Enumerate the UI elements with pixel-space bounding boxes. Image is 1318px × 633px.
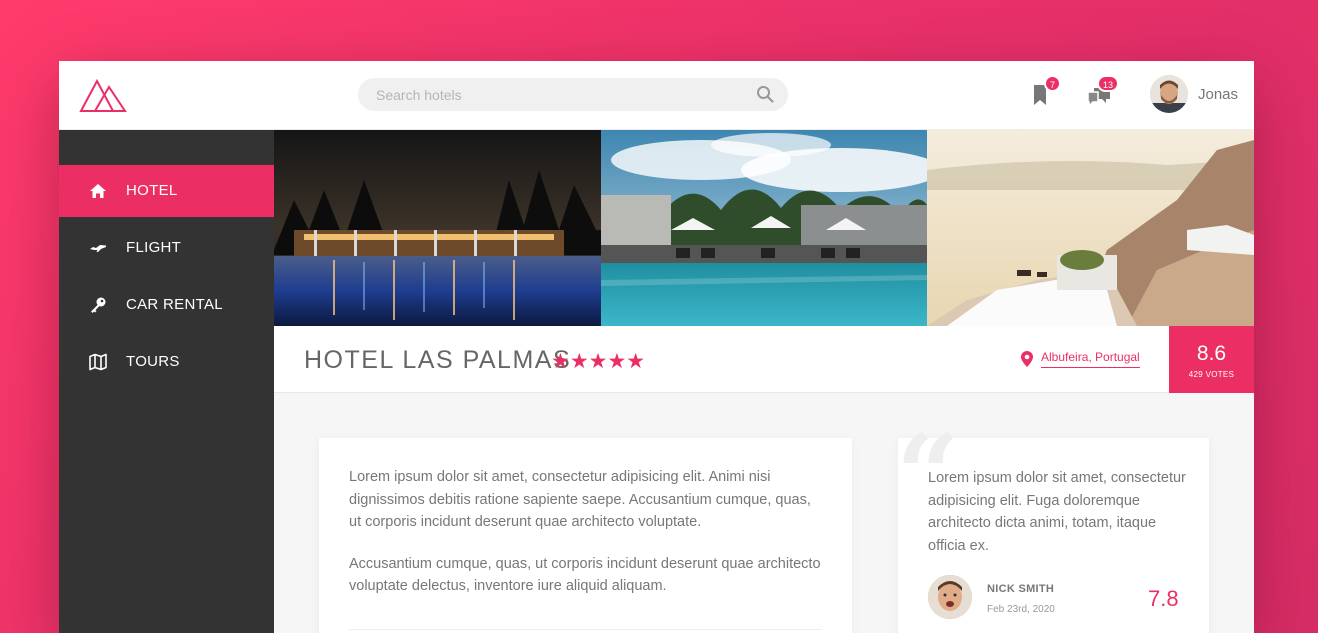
- search-bar: [358, 78, 788, 111]
- hotel-name: HOTEL LAS PALMAS: [304, 346, 572, 374]
- rating-box: 8.6 429 VOTES: [1169, 326, 1254, 393]
- app-window: 7 13 Jonas: [59, 61, 1254, 633]
- user-name: Jonas: [1198, 86, 1239, 103]
- review-text: Lorem ipsum dolor sit amet, consectetur …: [928, 470, 1186, 554]
- bookmarks-button[interactable]: 7: [1027, 75, 1061, 109]
- sidebar-item-hotel[interactable]: HOTEL: [59, 165, 274, 217]
- hotel-overview: HOTEL LAS PALMAS ★★★★★ Albufeira, Portug…: [274, 326, 1254, 393]
- messages-badge: 13: [1096, 75, 1119, 92]
- description-paragraph: Accusantium cumque, quas, ut corporis in…: [349, 555, 821, 595]
- logo-icon[interactable]: [79, 77, 127, 113]
- gallery-photo-1[interactable]: [274, 130, 601, 326]
- sidebar-item-label: HOTEL: [126, 182, 178, 199]
- description-paragraph: Lorem ipsum dolor sit amet, consectetur …: [349, 469, 811, 530]
- review-date: Feb 23rd, 2020: [987, 604, 1055, 615]
- search-input[interactable]: [376, 78, 736, 111]
- plane-icon: [90, 245, 106, 252]
- sidebar-item-tours[interactable]: TOURS: [59, 336, 274, 388]
- cliff-terrace-photo: [927, 130, 1254, 326]
- location-link[interactable]: Albufeira, Portugal: [1041, 350, 1140, 368]
- reviewer-photo: [928, 575, 972, 619]
- gallery-photo-3[interactable]: [927, 130, 1254, 326]
- day-pool-photo: [601, 130, 927, 326]
- sidebar-item-label: FLIGHT: [126, 239, 182, 256]
- photo-gallery: [274, 130, 1254, 326]
- review-card: “ Lorem ipsum dolor sit amet, consectetu…: [896, 420, 1209, 633]
- gallery-photo-2[interactable]: [601, 130, 927, 326]
- top-bar: 7 13 Jonas: [59, 61, 1254, 130]
- rating-average: 8.6: [1196, 342, 1227, 365]
- user-photo: [1150, 75, 1188, 113]
- reviewer-avatar: [928, 575, 972, 619]
- reviewer-name: NICK SMITH: [987, 583, 1055, 595]
- sidebar: HOTEL FLIGHT CAR RENTAL TOURS: [59, 130, 274, 633]
- messages-button[interactable]: 13: [1085, 75, 1119, 109]
- divider: [349, 629, 822, 630]
- avatar[interactable]: [1150, 75, 1188, 113]
- key-icon: [91, 297, 106, 313]
- review-score: 7.8: [1148, 586, 1179, 611]
- star-rating: ★★★★★: [551, 350, 646, 373]
- sidebar-item-label: TOURS: [126, 353, 180, 370]
- description-card: Lorem ipsum dolor sit amet, consectetur …: [319, 438, 852, 633]
- night-pool-photo: [274, 130, 601, 326]
- rating-votes: 429 VOTES: [1188, 370, 1235, 379]
- map-icon: [89, 353, 107, 371]
- bookmarks-badge: 7: [1043, 75, 1061, 92]
- sidebar-item-car-rental[interactable]: CAR RENTAL: [59, 279, 274, 331]
- home-icon: [90, 184, 106, 198]
- sidebar-item-label: CAR RENTAL: [126, 296, 223, 313]
- location-pin-icon: [1021, 351, 1033, 367]
- search-icon[interactable]: [756, 85, 774, 103]
- sidebar-item-flight[interactable]: FLIGHT: [59, 222, 274, 274]
